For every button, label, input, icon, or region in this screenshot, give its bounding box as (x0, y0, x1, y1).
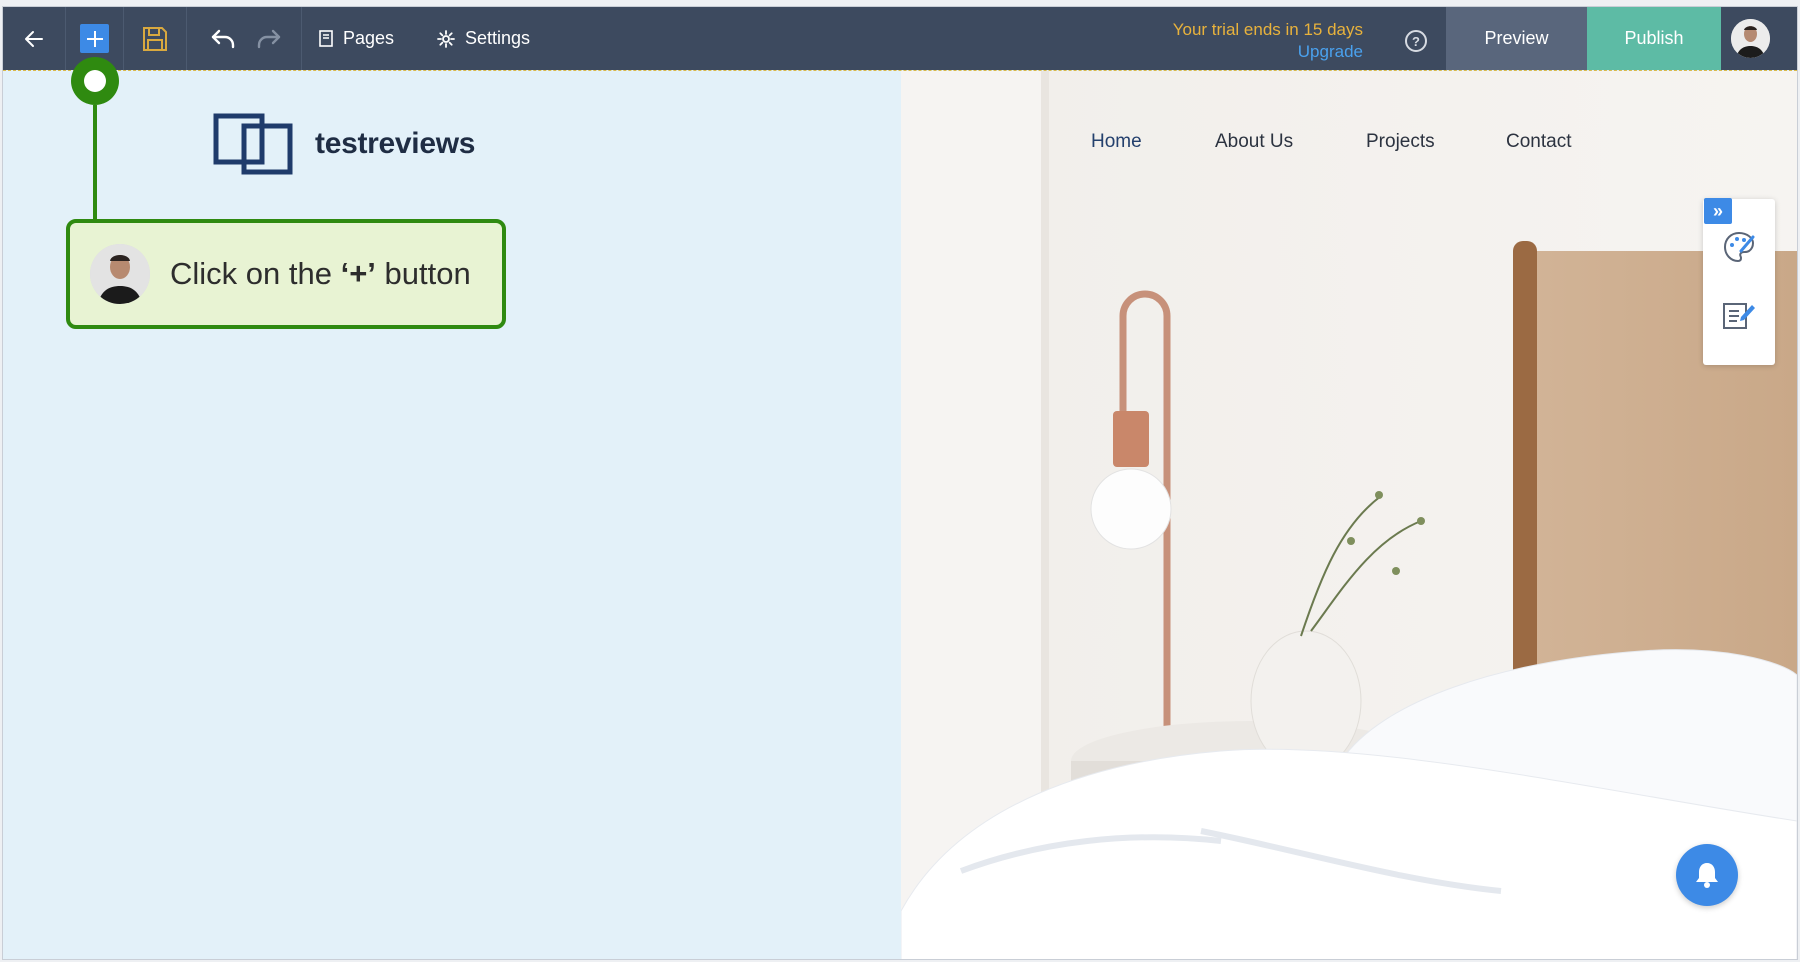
save-button[interactable] (124, 7, 186, 70)
tutorial-hotspot[interactable] (71, 57, 119, 105)
undo-button[interactable] (203, 7, 243, 70)
page-icon (319, 30, 333, 47)
page-canvas[interactable]: testreviews Home About Us Projects Conta… (3, 70, 1797, 959)
trial-text: Your trial ends in 15 days (1172, 20, 1363, 39)
settings-label: Settings (465, 28, 531, 48)
logo-mark (213, 113, 293, 175)
user-avatar[interactable] (1731, 19, 1770, 58)
gear-icon (437, 29, 455, 48)
pages-label: Pages (343, 28, 395, 48)
editor-window: Pages Settings Your trial ends in 15 day… (2, 6, 1798, 960)
logo-text: testreviews (315, 127, 476, 160)
bell-icon (1696, 863, 1718, 888)
tutorial-instruction: Click on the ‘+’ button (170, 256, 471, 292)
settings-menu[interactable]: Settings (437, 7, 530, 70)
nav-contact[interactable]: Contact (1506, 131, 1571, 153)
hero-image[interactable] (901, 71, 1797, 959)
tutorial-connector (93, 105, 97, 219)
edit-content-icon (1723, 303, 1755, 329)
tip-prefix: Click on the (170, 256, 341, 291)
content-tool-button[interactable] (1721, 299, 1755, 336)
redo-button[interactable] (249, 7, 289, 70)
floppy-disk-icon (143, 26, 167, 51)
undo-icon (211, 29, 235, 48)
hotspot-dot (84, 70, 106, 92)
avatar-image (1731, 19, 1770, 58)
design-tool-button[interactable] (1721, 229, 1757, 270)
arrow-left-icon (25, 30, 43, 47)
publish-button[interactable]: Publish (1587, 7, 1721, 70)
preview-button[interactable]: Preview (1446, 7, 1587, 70)
nav-home[interactable]: Home (1091, 131, 1142, 153)
plus-icon (86, 30, 103, 47)
editor-toolbar: Pages Settings Your trial ends in 15 day… (3, 7, 1797, 70)
redo-icon (257, 29, 281, 48)
tip-emphasis: ‘+’ (340, 256, 376, 291)
help-icon[interactable]: ? (1405, 30, 1427, 52)
guide-avatar (90, 244, 150, 304)
nav-projects[interactable]: Projects (1366, 131, 1435, 153)
notifications-button[interactable] (1676, 844, 1738, 906)
back-button[interactable] (3, 7, 65, 70)
nav-about-us[interactable]: About Us (1215, 131, 1293, 153)
tutorial-tooltip: Click on the ‘+’ button (66, 219, 506, 329)
trial-notice: Your trial ends in 15 days Upgrade (1173, 19, 1363, 63)
upgrade-link[interactable]: Upgrade (1173, 41, 1363, 63)
site-logo[interactable]: testreviews (213, 113, 475, 175)
pages-menu[interactable]: Pages (319, 7, 394, 70)
tip-suffix: button (375, 256, 471, 291)
guide-photo (90, 244, 150, 304)
expand-panel-icon[interactable]: » (1704, 198, 1732, 224)
add-element-button[interactable] (80, 24, 109, 53)
palette-icon (1723, 231, 1755, 263)
